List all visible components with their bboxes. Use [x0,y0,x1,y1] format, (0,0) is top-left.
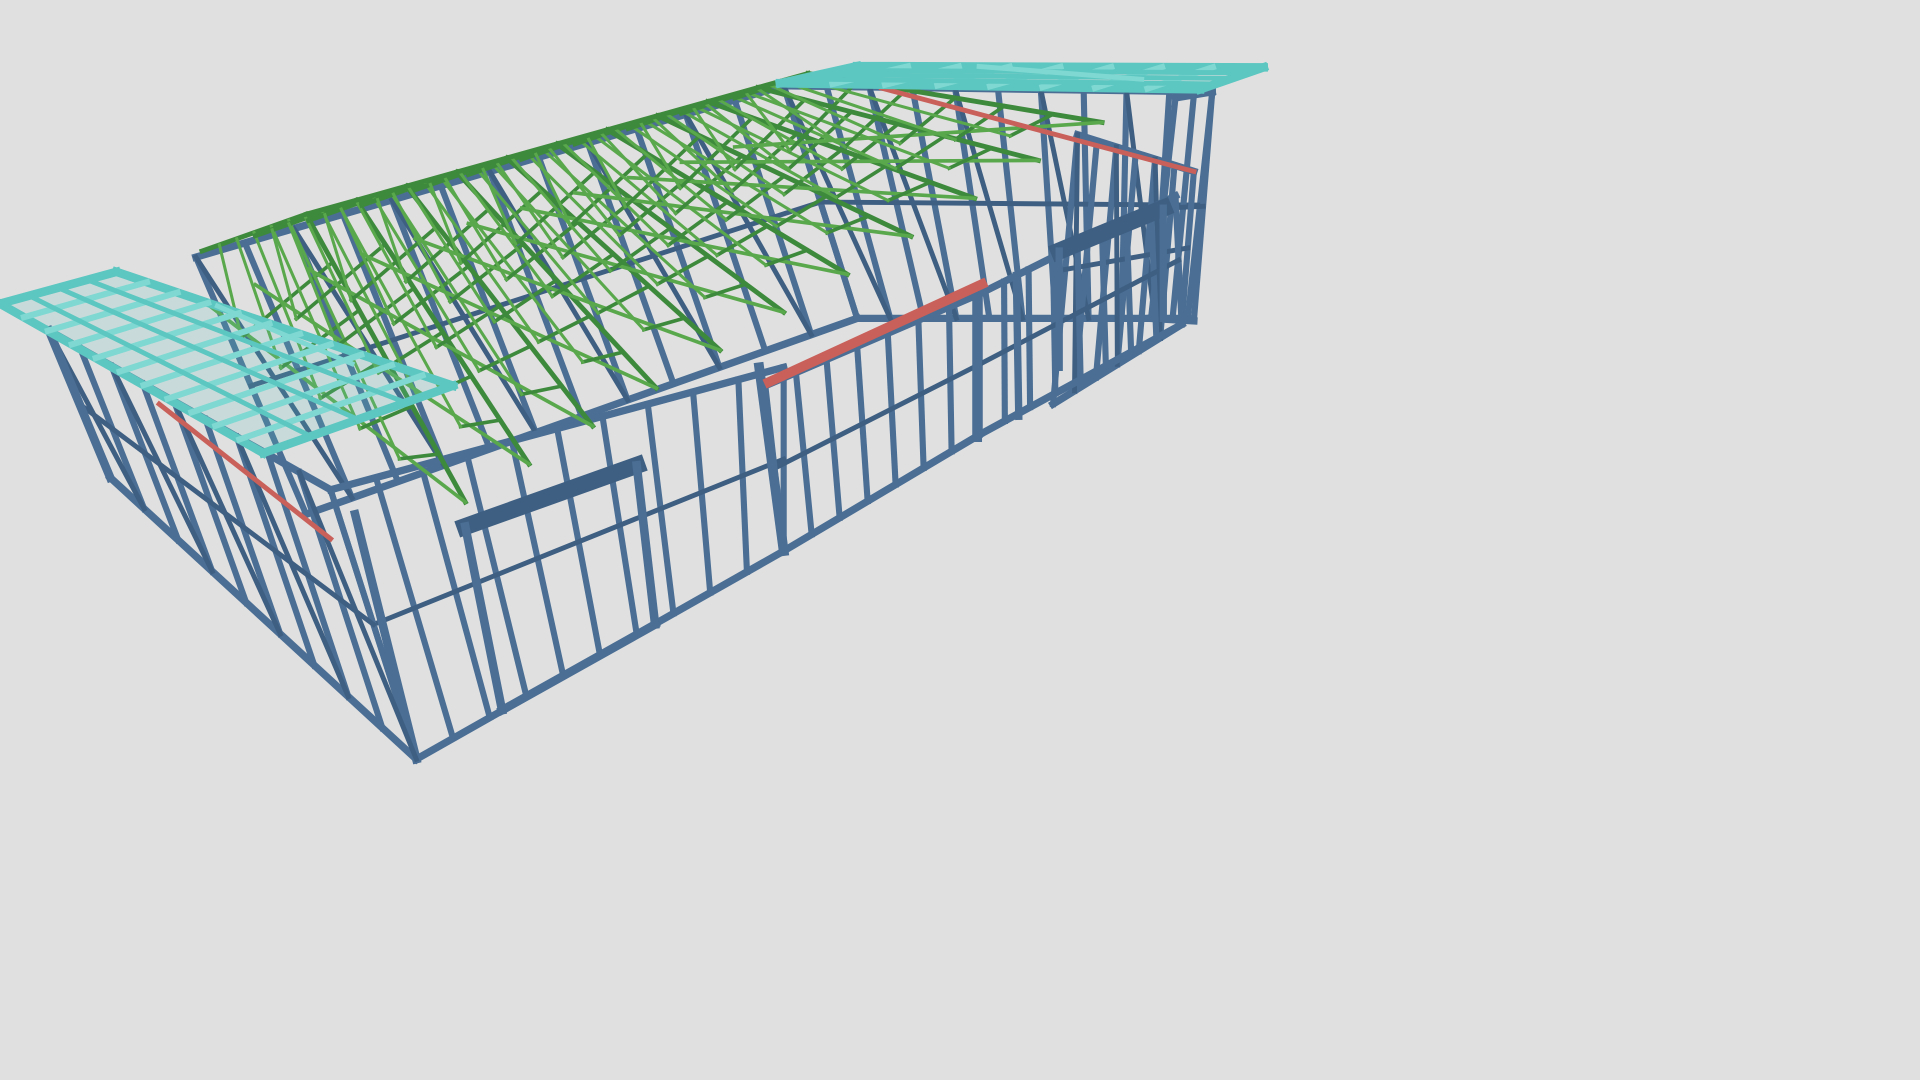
eave-panel-right [774,61,1270,95]
3d-viewport[interactable] [0,0,1920,1080]
window-jamb [460,521,508,716]
right-stud [1012,271,1023,421]
steel-frame-model[interactable] [0,0,1920,1080]
truss-web [946,145,995,171]
right-return-wall-brace [1113,144,1120,367]
window-jamb [631,460,660,630]
window-sill [496,618,661,717]
window-lintel [454,454,648,538]
truss-bottom-chord [679,158,1041,165]
